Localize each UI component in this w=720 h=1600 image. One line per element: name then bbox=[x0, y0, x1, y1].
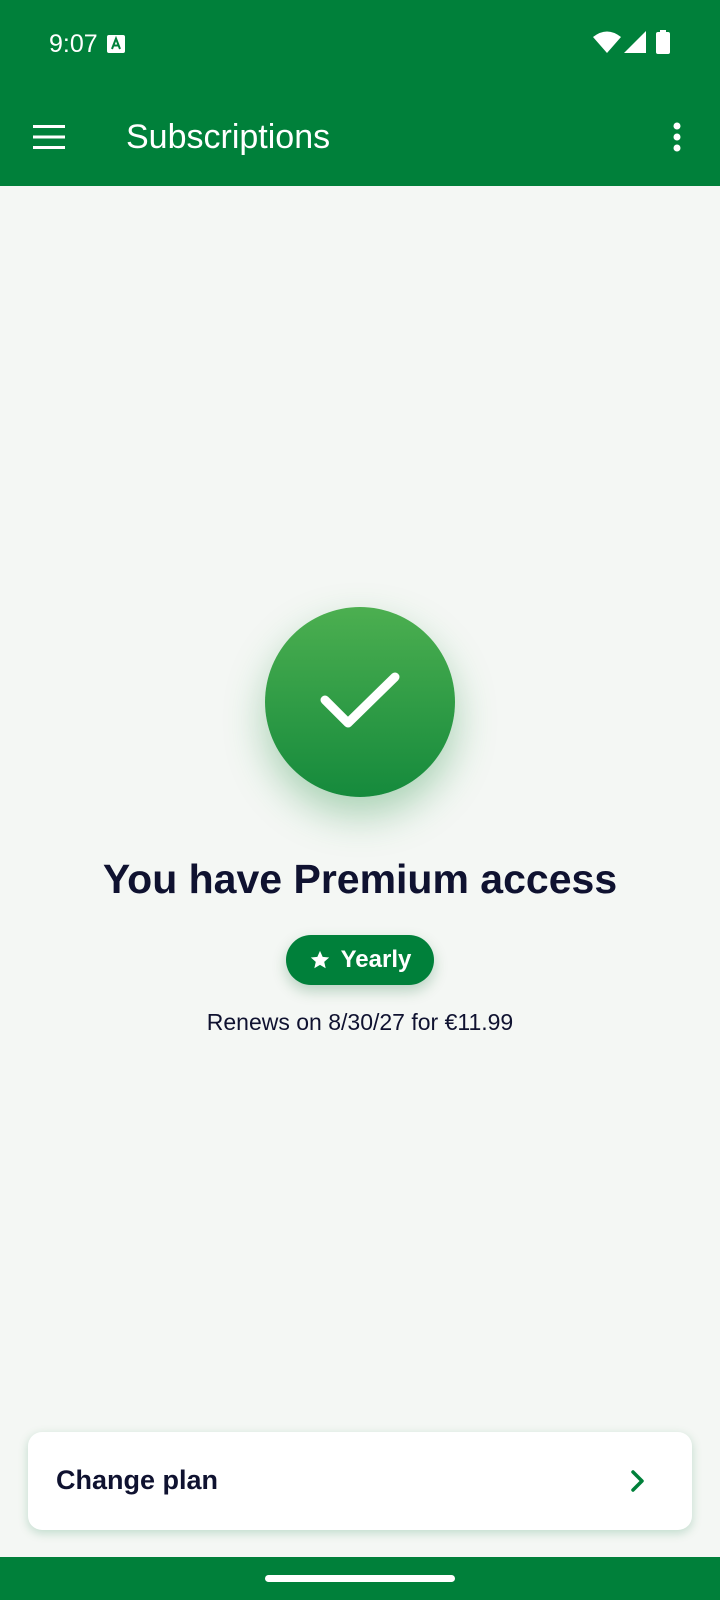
wifi-icon bbox=[593, 30, 621, 59]
change-plan-button[interactable]: Change plan bbox=[28, 1432, 692, 1530]
change-plan-label: Change plan bbox=[56, 1465, 219, 1495]
app-bar: Subscriptions bbox=[0, 88, 720, 186]
overflow-menu-button[interactable] bbox=[650, 109, 706, 165]
battery-icon bbox=[656, 30, 670, 59]
status-bar: 9:07 bbox=[0, 0, 720, 88]
a-notification-icon bbox=[107, 35, 125, 58]
page-title: Subscriptions bbox=[126, 118, 331, 156]
premium-headline: You have Premium access bbox=[102, 856, 618, 902]
star-icon bbox=[310, 950, 329, 969]
renewal-text: Renews on 8/30/27 for €11.99 bbox=[206, 1009, 514, 1035]
hamburger-menu-icon bbox=[33, 125, 65, 149]
status-check-badge bbox=[265, 607, 455, 797]
chevron-right-icon bbox=[631, 1470, 644, 1492]
plan-badge-label: Yearly bbox=[340, 946, 412, 973]
home-gesture-handle[interactable] bbox=[265, 1575, 455, 1582]
more-vert-icon bbox=[673, 122, 681, 152]
status-time: 9:07 bbox=[49, 30, 98, 58]
signal-icon bbox=[624, 30, 646, 59]
menu-button[interactable] bbox=[20, 109, 76, 165]
plan-badge: Yearly bbox=[286, 935, 434, 985]
check-icon bbox=[320, 672, 400, 728]
